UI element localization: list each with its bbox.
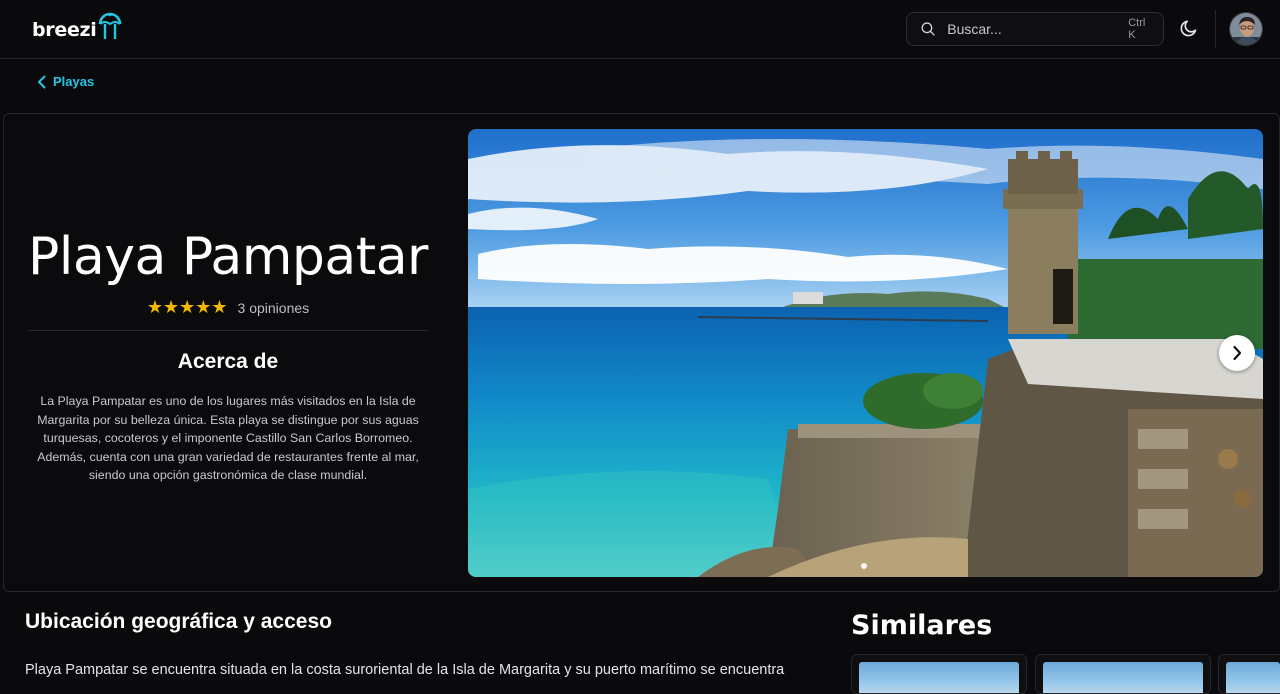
star-rating-icons: ★★★★★ <box>146 297 228 317</box>
similar-card[interactable] <box>1218 654 1280 694</box>
location-heading: Ubicación geográfica y acceso <box>25 610 332 633</box>
similar-card[interactable] <box>1035 654 1211 694</box>
chevron-left-icon <box>38 75 46 88</box>
similar-card-image <box>1226 662 1280 693</box>
header-divider <box>1215 10 1216 48</box>
similar-card-image <box>859 662 1019 693</box>
section-divider <box>28 330 428 331</box>
place-info: Playa Pampatar ★★★★★ 3 opiniones Acerca … <box>28 114 428 591</box>
avatar-photo <box>1230 13 1262 45</box>
chevron-right-icon <box>1233 345 1242 361</box>
similar-card-image <box>1043 662 1203 693</box>
user-avatar[interactable] <box>1229 12 1263 46</box>
reviews-count[interactable]: 3 opiniones <box>238 300 310 316</box>
about-heading: Acerca de <box>177 350 279 373</box>
location-description: Playa Pampatar se encuentra situada en l… <box>25 662 785 678</box>
similar-card[interactable] <box>851 654 1027 694</box>
place-hero: Playa Pampatar ★★★★★ 3 opiniones Acerca … <box>3 113 1280 592</box>
search-shortcut-hint: Ctrl K <box>1128 17 1146 41</box>
back-link[interactable]: Playas <box>37 74 94 89</box>
logo-text: breezi <box>32 19 97 41</box>
back-link-label: Playas <box>53 74 95 89</box>
search-box[interactable]: Ctrl K <box>906 12 1164 46</box>
rating[interactable]: ★★★★★ 3 opiniones <box>28 297 428 318</box>
logo-umbrella-icon <box>98 12 121 39</box>
search-input[interactable] <box>947 13 1129 45</box>
search-icon <box>921 22 935 36</box>
page-title: Playa Pampatar <box>28 227 428 287</box>
about-description: La Playa Pampatar es uno de los lugares … <box>37 394 419 482</box>
similar-heading: Similares <box>851 610 993 641</box>
photo-carousel[interactable] <box>468 129 1263 577</box>
top-navbar: breezi Ctrl K <box>0 0 1280 59</box>
carousel-dot[interactable] <box>861 563 867 569</box>
carousel-next-button[interactable] <box>1219 335 1255 371</box>
carousel-indicators <box>861 563 867 569</box>
moon-icon[interactable] <box>1178 17 1200 39</box>
brand-logo[interactable]: breezi <box>32 12 123 44</box>
beach-castle-photo <box>468 129 1263 577</box>
